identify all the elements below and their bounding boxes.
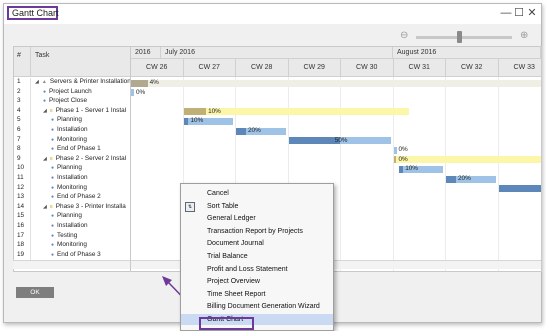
menu-item-time-sheet-report[interactable]: Time Sheet Report	[181, 289, 333, 300]
menu-item-label: Billing Document Generation Wizard	[207, 303, 320, 311]
menu-item-project-overview[interactable]: Project Overview	[181, 276, 333, 287]
menu-item-label: General Ledger	[207, 215, 256, 223]
menu-item-cancel[interactable]: Cancel	[181, 188, 333, 199]
menu-item-label: Transaction Report by Projects	[207, 227, 303, 235]
menu-item-general-ledger[interactable]: General Ledger	[181, 213, 333, 224]
menu-item-trial-balance[interactable]: Trial Balance	[181, 251, 333, 262]
gantt-chart-highlight-frame	[199, 317, 254, 330]
menu-item-sort-table[interactable]: ⇅ Sort Table	[181, 201, 333, 212]
menu-item-label: Trial Balance	[207, 253, 248, 260]
menu-item-label: Profit and Loss Statement	[207, 265, 288, 273]
menu-item-label: Document Journal	[207, 240, 264, 248]
menu-item-profit-and-loss-statement[interactable]: Profit and Loss Statement	[181, 264, 333, 275]
sort-table-icon: ⇅	[185, 201, 195, 212]
menu-item-transaction-report-by-projects[interactable]: Transaction Report by Projects	[181, 226, 333, 237]
menu-item-label: Cancel	[207, 190, 229, 197]
context-menu: Gantt Chart Billing Document Generation W…	[180, 183, 334, 331]
menu-item-label: Time Sheet Report	[207, 290, 266, 298]
menu-item-billing-document-generation-wizard[interactable]: Billing Document Generation Wizard	[181, 301, 333, 312]
menu-item-label: Project Overview	[207, 278, 260, 286]
menu-item-label: Sort Table	[207, 202, 239, 210]
menu-item-document-journal[interactable]: Document Journal	[181, 238, 333, 249]
